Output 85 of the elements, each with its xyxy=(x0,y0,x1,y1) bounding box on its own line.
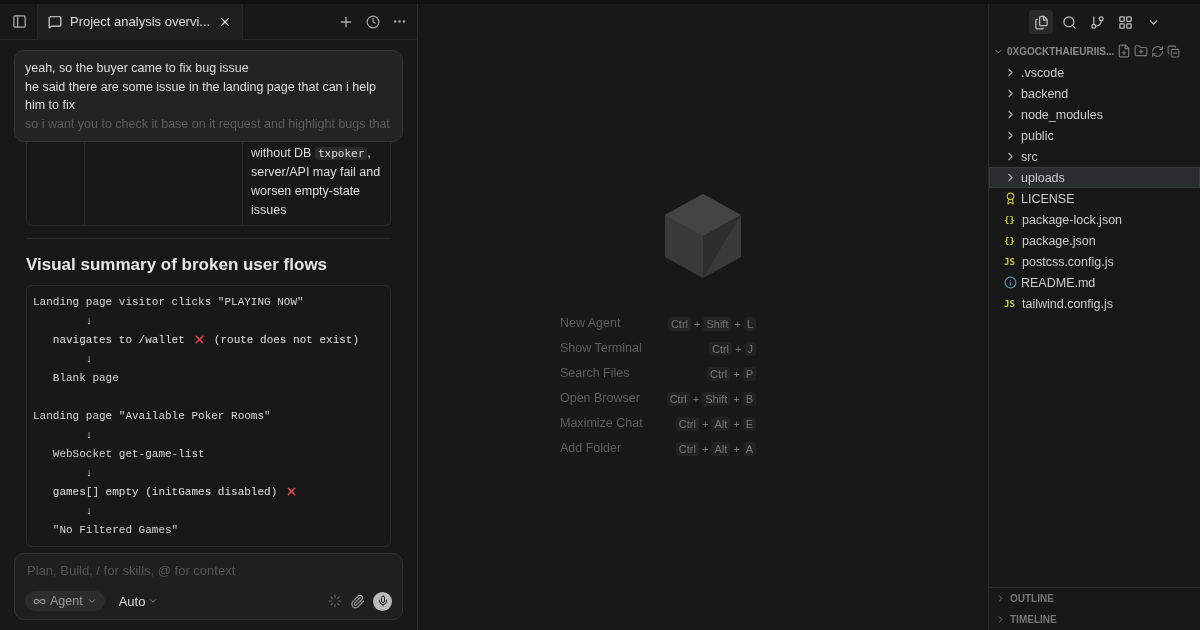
microphone-icon xyxy=(376,595,389,607)
js-icon: JS xyxy=(1004,298,1018,309)
key-cap: E xyxy=(742,416,756,431)
microphone-button[interactable] xyxy=(373,591,392,611)
info-icon xyxy=(1004,276,1017,289)
key-cap: J xyxy=(744,341,756,356)
file-tree-item[interactable]: node_modules xyxy=(989,104,1200,125)
code-line: Blank page xyxy=(51,371,119,384)
refresh-icon[interactable] xyxy=(1151,44,1165,58)
file-tree-item[interactable]: uploads xyxy=(989,167,1200,188)
code-line: ↓ xyxy=(84,314,93,327)
file-tree-item[interactable]: JS tailwind.config.js xyxy=(989,293,1200,314)
file-tree-item[interactable]: LICENSE xyxy=(989,188,1200,209)
code-line: (route does not exist) xyxy=(213,333,360,346)
plus-sign: + xyxy=(701,417,709,430)
code-line: "No Filtered Games" xyxy=(51,523,179,536)
code-line: WebSocket get-game-list xyxy=(51,447,205,460)
key-cap: Shift xyxy=(702,391,731,406)
chevron-down-icon xyxy=(148,596,159,606)
code-line: Landing page "Available Poker Rooms" xyxy=(33,409,271,422)
js-icon: JS xyxy=(1004,256,1018,267)
key-cap: Alt xyxy=(711,416,731,431)
file-tree-item[interactable]: backend xyxy=(989,83,1200,104)
model-selector[interactable]: Auto xyxy=(112,592,165,610)
shortcut-label: Add Folder xyxy=(560,440,623,457)
braces-icon: {} xyxy=(1004,235,1018,246)
code-line: ↓ xyxy=(84,466,93,479)
file-tree-item[interactable]: {} package.json xyxy=(989,230,1200,251)
file-tree-item[interactable]: JS postcss.config.js xyxy=(989,251,1200,272)
folder-root-label[interactable]: 0XGOCKTHAIEURIIS... xyxy=(1007,45,1115,57)
key-cap: Ctrl xyxy=(667,316,691,331)
agent-mode-button[interactable]: Agent xyxy=(25,591,105,611)
code-line: ↓ xyxy=(84,428,93,441)
plus-sign: + xyxy=(735,342,742,355)
ribbon-icon xyxy=(1004,192,1017,205)
file-tree-item[interactable]: README.md xyxy=(989,272,1200,293)
paperclip-icon[interactable] xyxy=(350,593,365,609)
new-file-icon[interactable] xyxy=(1117,44,1132,58)
chevron-down-icon xyxy=(86,596,97,606)
key-cap: A xyxy=(742,441,756,456)
key-cap: B xyxy=(742,391,756,406)
cube-logo-icon xyxy=(665,194,741,278)
shortcut-label: Open Browser xyxy=(560,390,641,407)
table-cell-text: without DB txpoker , server/API may fail and worsen empty-state issues xyxy=(250,145,382,219)
key-cap: Ctrl xyxy=(675,416,699,431)
code-line: navigates to /wallet xyxy=(51,333,185,346)
shortcut-label: Show Terminal xyxy=(560,340,643,357)
explorer-icon[interactable] xyxy=(1029,10,1053,34)
file-tree-item[interactable]: {} package-lock.json xyxy=(989,209,1200,230)
key-cap: P xyxy=(742,366,756,381)
shortcut-label: Maximize Chat xyxy=(560,415,643,432)
code-line: ↓ xyxy=(84,352,93,365)
file-tree-item[interactable]: src xyxy=(989,146,1200,167)
section-heading: Visual summary of broken user flows xyxy=(26,255,329,275)
key-cap: Ctrl xyxy=(666,391,690,406)
key-cap: Alt xyxy=(711,441,731,456)
chat-bubble-icon xyxy=(48,14,62,29)
shortcut-label: Search Files xyxy=(560,365,631,382)
key-cap: Ctrl xyxy=(708,341,733,356)
code-line: ↓ xyxy=(84,504,93,517)
plus-sign: + xyxy=(733,442,740,455)
sidebar-toggle-icon[interactable] xyxy=(10,12,29,31)
collapse-icon[interactable] xyxy=(1167,44,1181,58)
shortcut-label: New Agent xyxy=(560,315,622,332)
plus-sign: + xyxy=(692,392,700,405)
key-cap: Ctrl xyxy=(707,366,731,381)
plus-sign: + xyxy=(694,317,701,330)
code-line: Landing page visitor clicks "PLAYING NOW" xyxy=(33,295,304,308)
plus-sign: + xyxy=(734,317,741,330)
panel-section-header[interactable]: OUTLINE xyxy=(989,588,1200,609)
chat-tab[interactable]: Project analysis overvi... xyxy=(37,3,244,40)
file-tree-item[interactable]: .vscode xyxy=(989,62,1200,83)
spinner-icon xyxy=(328,594,342,608)
plus-sign: + xyxy=(733,367,740,380)
key-cap: Ctrl xyxy=(675,441,699,456)
plus-sign: + xyxy=(701,442,709,455)
new-folder-icon[interactable] xyxy=(1134,44,1149,58)
code-line: games[] empty (initGames disabled) xyxy=(51,485,278,498)
plus-sign: + xyxy=(733,417,740,430)
braces-icon: {} xyxy=(1004,214,1018,225)
key-cap: Shift xyxy=(703,316,732,331)
panel-section-header[interactable]: TIMELINE xyxy=(989,609,1200,630)
file-tree-item[interactable]: public xyxy=(989,125,1200,146)
key-cap: L xyxy=(743,316,756,331)
plus-sign: + xyxy=(733,392,740,405)
